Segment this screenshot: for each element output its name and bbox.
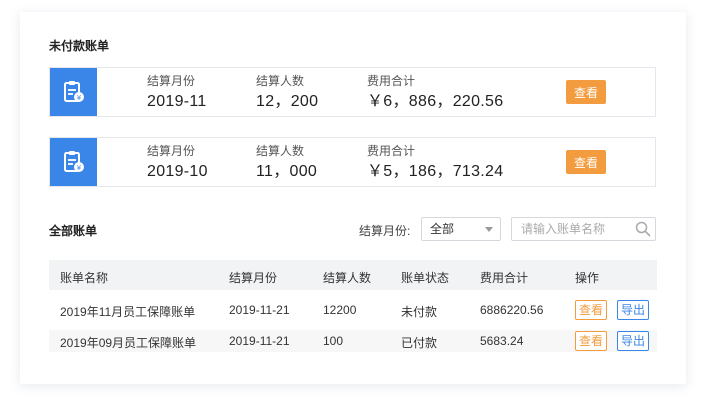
bill-status: 未付款 [401, 305, 438, 319]
settlement-people: 结算人数 11，000 [256, 144, 317, 181]
chevron-down-icon [485, 227, 493, 232]
unpaid-bills-title: 未付款账单 [49, 39, 110, 53]
bill-month: 2019-11-21 [229, 334, 290, 348]
view-button[interactable]: 查看 [575, 331, 608, 351]
bill-total: 5683.24 [480, 334, 524, 348]
month-select-value: 全部 [430, 222, 455, 236]
total-fee-label: 费用合计 [367, 74, 416, 88]
column-header: 费用合计 [480, 271, 529, 285]
column-header: 账单名称 [60, 271, 109, 285]
settlement-month: 结算月份 2019-10 [147, 144, 208, 181]
bills-card: 未付款账单 ¥ 结算月份 2019-11 结算人数 12，200 费用合计 ￥6… [20, 12, 686, 384]
search-icon[interactable] [635, 221, 651, 244]
column-header: 结算月份 [229, 271, 278, 285]
bill-people: 12200 [323, 303, 357, 317]
total-fee-value: ￥6，886，220.56 [367, 93, 504, 110]
bill-name: 2019年09月员工保障账单 [60, 336, 197, 350]
bill-people: 100 [323, 334, 344, 348]
column-header: 结算人数 [323, 271, 372, 285]
bill-search-input[interactable]: 请输入账单名称 [511, 217, 656, 241]
clipboard-yen-icon: ¥ [50, 138, 97, 186]
export-button[interactable]: 导出 [617, 331, 650, 351]
view-button[interactable]: 查看 [566, 150, 606, 174]
table-row: 2019年11月员工保障账单 2019-11-21 12200 未付款 6886… [49, 299, 657, 321]
total-fee-value: ￥5，186，713.24 [367, 163, 504, 180]
settlement-month-value: 2019-10 [147, 163, 208, 180]
table-header: 账单名称 结算月份 结算人数 账单状态 费用合计 操作 [49, 260, 657, 290]
month-filter-label: 结算月份: [359, 224, 411, 238]
settlement-people-label: 结算人数 [256, 74, 305, 88]
settlement-people: 结算人数 12，200 [256, 74, 318, 111]
unpaid-bill-card: ¥ 结算月份 2019-11 结算人数 12，200 费用合计 ￥6，886，2… [49, 67, 656, 117]
column-header: 操作 [575, 271, 600, 285]
bill-month: 2019-11-21 [229, 303, 290, 317]
month-select[interactable]: 全部 [421, 217, 501, 241]
search-placeholder: 请输入账单名称 [521, 222, 606, 236]
settlement-month-value: 2019-11 [147, 93, 207, 110]
settlement-month-label: 结算月份 [147, 144, 196, 158]
settlement-month-label: 结算月份 [147, 74, 196, 88]
svg-text:¥: ¥ [76, 164, 81, 172]
settlement-people-value: 11，000 [256, 163, 318, 180]
settlement-people-label: 结算人数 [256, 144, 305, 158]
bill-name: 2019年11月员工保障账单 [60, 305, 196, 319]
bill-total: 6886220.56 [480, 303, 544, 317]
total-fee-label: 费用合计 [367, 144, 416, 158]
svg-text:¥: ¥ [76, 94, 81, 102]
settlement-people-value: 12，200 [256, 93, 319, 110]
view-button[interactable]: 查看 [566, 80, 606, 104]
all-bills-title: 全部账单 [49, 224, 98, 238]
column-header: 账单状态 [401, 271, 450, 285]
settlement-month: 结算月份 2019-11 [147, 74, 207, 111]
export-button[interactable]: 导出 [617, 300, 650, 320]
total-fee: 费用合计 ￥5，186，713.24 [367, 144, 503, 181]
bill-status: 已付款 [401, 336, 438, 350]
unpaid-bill-card: ¥ 结算月份 2019-10 结算人数 11，000 费用合计 ￥5，186，7… [49, 137, 656, 187]
view-button[interactable]: 查看 [575, 300, 608, 320]
clipboard-yen-icon: ¥ [50, 68, 97, 116]
table-row: 2019年09月员工保障账单 2019-11-21 100 已付款 5683.2… [49, 330, 657, 352]
total-fee: 费用合计 ￥6，886，220.56 [367, 74, 503, 111]
